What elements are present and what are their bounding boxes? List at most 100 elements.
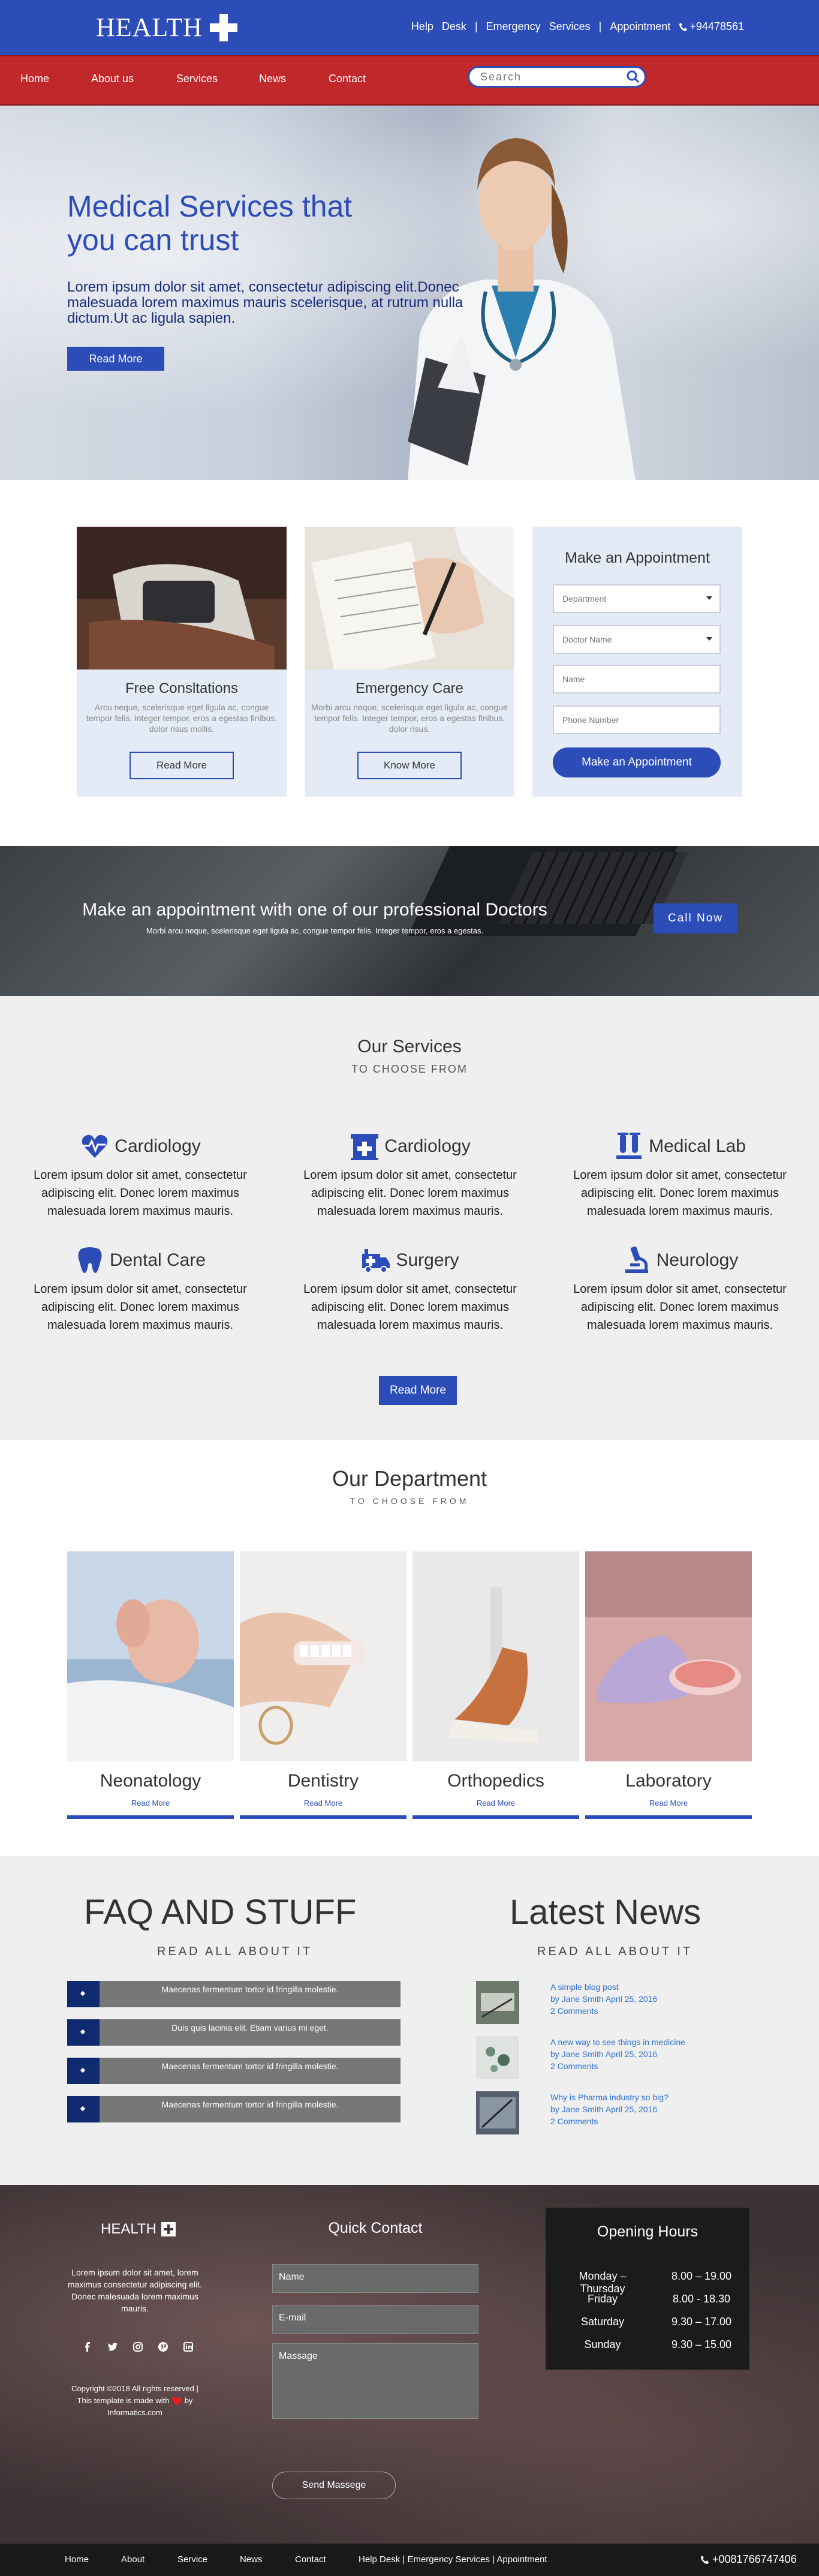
twitter-icon[interactable]: [108, 2342, 118, 2352]
service-item: Cardiology Lorem ipsum dolor sit amet, c…: [284, 1130, 536, 1220]
faq-item[interactable]: Duis quis lacinia elit. Etiam varius mi …: [67, 2019, 401, 2046]
news-comments[interactable]: 2 Comments: [550, 2005, 657, 2017]
nav-contact[interactable]: Contact: [329, 73, 366, 85]
faq-item[interactable]: Maecenas fermentum tortor id fringilla m…: [67, 2096, 401, 2122]
separator: |: [474, 20, 478, 32]
news-comments[interactable]: 2 Comments: [550, 2060, 685, 2072]
news-item[interactable]: A simple blog post by Jane Smith April 25…: [476, 1981, 728, 2024]
news-headline[interactable]: A new way to see things in medicine: [550, 2036, 685, 2048]
top-link-appointment[interactable]: Appointment: [610, 20, 670, 33]
phone-placeholder: Phone Number: [562, 715, 619, 725]
top-link-services[interactable]: Services: [549, 20, 591, 33]
service-item: Cardiology Lorem ipsum dolor sit amet, c…: [14, 1130, 266, 1220]
underline-bar: [412, 1815, 579, 1819]
hours-day: Saturday: [580, 2316, 625, 2328]
bottom-phone[interactable]: +0081766747406: [700, 2553, 797, 2566]
service-text: Lorem ipsum dolor sit amet, consectetur …: [573, 1283, 787, 1332]
facebook-icon[interactable]: [83, 2342, 92, 2352]
logo[interactable]: HEALTH: [96, 12, 237, 43]
service-text: Lorem ipsum dolor sit amet, consectetur …: [303, 1283, 517, 1332]
footer-about: Lorem ipsum dolor sit amet, lorem maximu…: [67, 2268, 203, 2313]
search-input[interactable]: [480, 71, 618, 83]
top-link-emergency[interactable]: Emergency: [486, 20, 541, 33]
department-name: Dentistry: [287, 1771, 359, 1791]
news-thumbnail: [476, 2036, 519, 2079]
read-more-link[interactable]: Read More: [67, 1799, 234, 1808]
department-card[interactable]: Dentistry Read More: [240, 1551, 407, 1820]
underline-bar: [585, 1815, 752, 1819]
bottom-link-news[interactable]: News: [240, 2554, 263, 2565]
news-thumbnail: [476, 2091, 519, 2134]
hours-time: 9.30 – 15.00: [671, 2338, 732, 2350]
department-card[interactable]: Neonatology Read More: [67, 1551, 234, 1820]
send-message-button[interactable]: Send Massege: [272, 2472, 396, 2499]
pinterest-icon[interactable]: [158, 2342, 168, 2352]
cta-banner: Make an appointment with one of our prof…: [0, 846, 819, 996]
department-select[interactable]: Department: [553, 584, 721, 613]
section-subtitle: TO CHOOSE FROM: [350, 1496, 469, 1506]
read-more-link[interactable]: Read More: [412, 1799, 579, 1808]
service-item: Medical Lab Lorem ipsum dolor sit amet, …: [554, 1130, 806, 1220]
contact-message-field[interactable]: Massage: [272, 2343, 478, 2419]
search-icon[interactable]: [627, 70, 640, 83]
instagram-icon[interactable]: [133, 2342, 143, 2352]
faq-item[interactable]: Maecenas fermentum tortor id fringilla m…: [67, 1981, 401, 2007]
nav-home[interactable]: Home: [20, 73, 49, 85]
department-card[interactable]: Orthopedics Read More: [412, 1551, 579, 1820]
news-item[interactable]: A new way to see things in medicine by Ja…: [476, 2036, 728, 2079]
nav-about-us[interactable]: About us: [91, 73, 134, 85]
faq-item[interactable]: Maecenas fermentum tortor id fringilla m…: [67, 2058, 401, 2084]
foot-model-image: [412, 1551, 579, 1761]
service-name: Cardiology: [115, 1136, 201, 1156]
footer-logo[interactable]: HEALTH: [101, 2221, 176, 2238]
news-comments[interactable]: 2 Comments: [550, 2115, 669, 2127]
bottom-center-links[interactable]: Help Desk | Emergency Services | Appoint…: [359, 2554, 547, 2565]
footer: HEALTH Lorem ipsum dolor sit amet, lorem…: [0, 2185, 819, 2544]
blood-pressure-image: [77, 527, 287, 669]
copyright-site-link[interactable]: Informatics.com: [107, 2408, 162, 2417]
name-field[interactable]: Name: [553, 665, 721, 693]
doctor-select[interactable]: Doctor Name: [553, 625, 721, 654]
main-nav: Home About us Services News Contact: [0, 55, 819, 106]
hours-time: 9.30 – 17.00: [671, 2316, 732, 2328]
bottom-link-service[interactable]: Service: [177, 2554, 207, 2565]
top-link-help[interactable]: Help: [411, 20, 433, 33]
department-name: Laboratory: [625, 1771, 712, 1791]
know-more-button[interactable]: Know More: [357, 752, 462, 779]
nav-news[interactable]: News: [259, 73, 286, 85]
banner-title: Make an appointment with one of our prof…: [82, 900, 547, 920]
top-phone[interactable]: +94478561: [679, 20, 744, 33]
nav-services[interactable]: Services: [176, 73, 218, 85]
department-name: Neonatology: [100, 1771, 201, 1791]
hero-read-more-button[interactable]: Read More: [67, 347, 164, 371]
contact-email-field[interactable]: E-mail: [272, 2305, 478, 2334]
news-headline[interactable]: A simple blog post: [550, 1981, 657, 1993]
read-more-button[interactable]: Read More: [130, 752, 234, 779]
consultation-card: Free Consltations Arcu neque, scelerisqu…: [77, 527, 287, 797]
department-card[interactable]: Laboratory Read More: [585, 1551, 752, 1820]
phone-field[interactable]: Phone Number: [553, 705, 721, 734]
tooth-icon: [78, 1247, 102, 1273]
section-title: Our Services: [357, 1037, 462, 1056]
emergency-card: Emergency Care Morbi arcu neque, sceleri…: [305, 527, 514, 797]
bottom-link-contact[interactable]: Contact: [295, 2554, 326, 2565]
linkedin-icon[interactable]: [183, 2342, 193, 2352]
service-text: Lorem ipsum dolor sit amet, consectetur …: [34, 1283, 247, 1332]
contact-name-field[interactable]: Name: [272, 2264, 478, 2293]
services-read-more-button[interactable]: Read More: [379, 1376, 457, 1405]
bottom-bar: Home About Service News Contact Help Des…: [0, 2544, 819, 2576]
top-link-desk[interactable]: Desk: [442, 20, 466, 33]
bottom-link-about[interactable]: About: [121, 2554, 144, 2565]
faq-subtitle: READ ALL ABOUT IT: [157, 1945, 313, 1958]
bottom-link-home[interactable]: Home: [65, 2554, 89, 2565]
news-byline: by Jane Smith April 25, 2016: [550, 2104, 658, 2114]
hours-time: 8.00 – 19.00: [671, 2270, 732, 2282]
read-more-link[interactable]: Read More: [240, 1799, 407, 1808]
call-now-button[interactable]: Call Now: [654, 903, 737, 933]
news-headline[interactable]: Why is Pharma industry so big?: [550, 2091, 669, 2103]
news-item[interactable]: Why is Pharma industry so big? by Jane Sm…: [476, 2091, 728, 2134]
read-more-link[interactable]: Read More: [585, 1799, 752, 1808]
service-name: Neurology: [656, 1250, 739, 1270]
make-appointment-button[interactable]: Make an Appointment: [553, 747, 721, 777]
caret-down-icon: [706, 637, 712, 641]
